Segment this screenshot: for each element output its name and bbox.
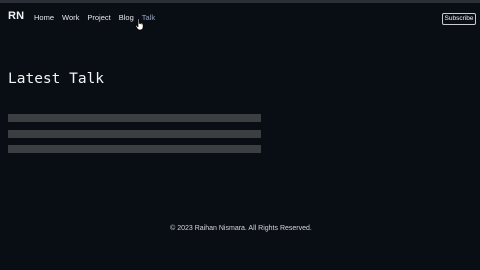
loading-skeleton-bar — [8, 145, 261, 153]
nav-link-work[interactable]: Work — [62, 13, 79, 22]
nav-link-project[interactable]: Project — [87, 13, 110, 22]
footer-copyright: © 2023 Raihan Nismara. All Rights Reserv… — [170, 225, 312, 232]
loading-skeleton-bar — [8, 114, 261, 122]
nav-link-blog[interactable]: Blog — [119, 13, 134, 22]
subscribe-button[interactable]: Subscribe — [442, 13, 476, 25]
loading-skeleton-bar — [8, 130, 261, 138]
site-logo[interactable]: RN — [8, 10, 24, 22]
page-title: Latest Talk — [8, 71, 105, 87]
navbar: RN Home Work Project Blog Talk Subscribe — [0, 3, 480, 29]
nav-link-home[interactable]: Home — [34, 13, 54, 22]
hand-pointer-cursor-icon — [135, 18, 144, 31]
